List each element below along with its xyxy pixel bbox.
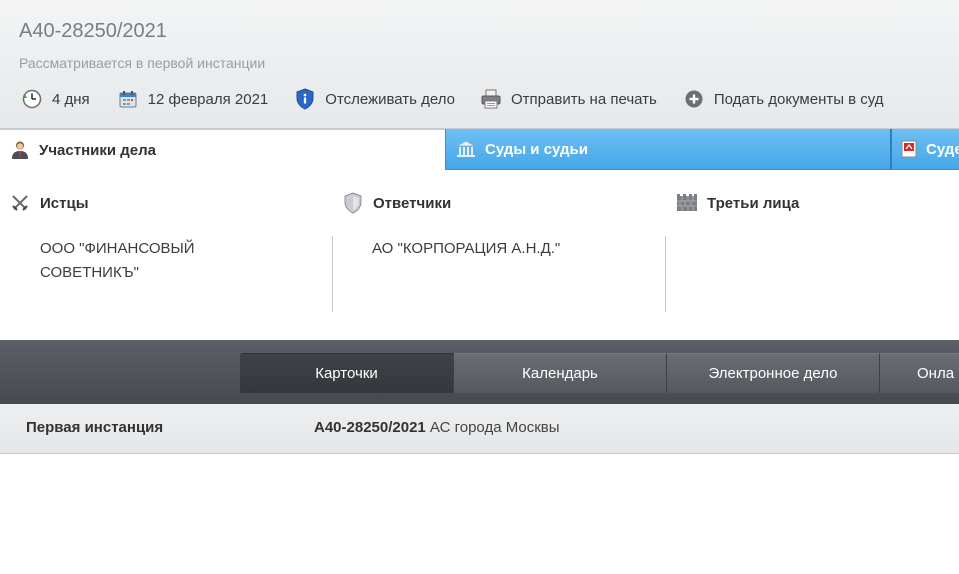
- third-parties-title: Третьи лица: [676, 192, 799, 214]
- shield-info-icon: [294, 88, 316, 110]
- hearing-date-label: 12 февраля 2021: [147, 90, 269, 108]
- plaintiffs-title-label: Истцы: [40, 194, 89, 212]
- defendants-title: Ответчики: [342, 192, 451, 214]
- print-button[interactable]: Отправить на печать: [480, 88, 657, 110]
- plaintiff-name-line-1[interactable]: ООО "ФИНАНСОВЫЙ: [40, 237, 332, 261]
- nav-tab-online[interactable]: Онла: [880, 353, 959, 393]
- participants-panel: Истцы ООО "ФИНАНСОВЫЙ СОВЕТНИКЪ" Ответчи…: [0, 170, 959, 340]
- print-label: Отправить на печать: [511, 90, 657, 108]
- clock-icon: [21, 88, 43, 110]
- tab-participants-label: Участники дела: [39, 141, 156, 159]
- tab-court-documents[interactable]: Суде: [890, 129, 959, 170]
- case-status: Рассматривается в первой инстанции: [19, 55, 266, 71]
- case-number: А40-28250/2021: [19, 20, 167, 42]
- shield-icon: [342, 192, 364, 214]
- instance-label: Первая инстанция: [26, 419, 164, 436]
- instance-row: Первая инстанция А40-28250/2021 АС город…: [0, 404, 959, 454]
- case-navbar: Карточки Календарь Электронное дело Онла: [0, 340, 959, 404]
- tab-courts[interactable]: Суды и судьи: [445, 129, 890, 170]
- instance-value[interactable]: А40-28250/2021 АС города Москвы: [314, 419, 560, 436]
- case-nav-tabs: Карточки Календарь Электронное дело Онла: [240, 353, 959, 393]
- defendants-title-label: Ответчики: [373, 194, 452, 212]
- nav-tab-calendar[interactable]: Календарь: [454, 353, 667, 393]
- plaintiffs-list: ООО "ФИНАНСОВЫЙ СОВЕТНИКЪ": [40, 236, 333, 312]
- instance-court: АС города Москвы: [425, 419, 560, 436]
- tab-court-documents-label: Суде: [926, 140, 959, 158]
- submit-documents-label: Подать документы в суд: [713, 90, 884, 108]
- case-header: А40-28250/2021 Рассматривается в первой …: [0, 0, 959, 129]
- courthouse-icon: [456, 139, 476, 159]
- plaintiff-name-line-2[interactable]: СОВЕТНИКЪ": [40, 261, 332, 285]
- hearing-date[interactable]: 12 февраля 2021: [117, 88, 269, 110]
- defendant-name[interactable]: АО "КОРПОРАЦИЯ А.Н.Д.": [372, 237, 665, 261]
- crossed-swords-icon: [9, 192, 31, 214]
- defendants-list: АО "КОРПОРАЦИЯ А.Н.Д.": [372, 236, 666, 312]
- calendar-icon: [117, 88, 139, 110]
- pdf-icon: [901, 139, 917, 159]
- duration-indicator: 4 дня: [21, 88, 90, 110]
- nav-tab-cards[interactable]: Карточки: [240, 353, 454, 393]
- printer-icon: [480, 88, 502, 110]
- nav-tab-electronic-case[interactable]: Электронное дело: [667, 353, 880, 393]
- case-actions: 4 дня 12 февраля 2021 Отслеживать дело О…: [21, 86, 884, 112]
- brick-wall-icon: [676, 192, 698, 214]
- track-case-button[interactable]: Отслеживать дело: [294, 88, 455, 110]
- person-icon: [10, 140, 30, 160]
- tab-participants[interactable]: Участники дела: [0, 129, 445, 170]
- track-case-label: Отслеживать дело: [325, 90, 456, 108]
- plus-circle-icon: [683, 88, 705, 110]
- tab-courts-label: Суды и судьи: [485, 140, 588, 158]
- case-tabs: Участники дела Суды и судьи Суде: [0, 129, 959, 170]
- third-parties-title-label: Третьи лица: [707, 194, 800, 212]
- duration-label: 4 дня: [52, 90, 90, 108]
- instance-case-number: А40-28250/2021: [314, 419, 426, 436]
- submit-documents-button[interactable]: Подать документы в суд: [683, 88, 884, 110]
- plaintiffs-title: Истцы: [9, 192, 89, 214]
